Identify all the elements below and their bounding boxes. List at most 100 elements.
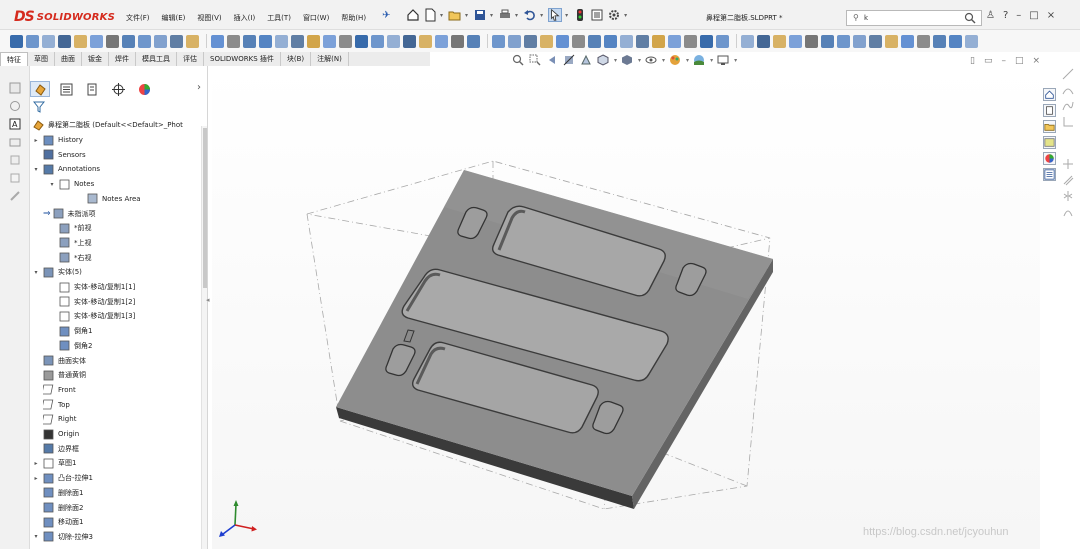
- new-dropdown-icon[interactable]: ▾: [440, 12, 443, 19]
- tree-item-23[interactable]: ▸ 草图1: [32, 456, 76, 470]
- view-settings-dropdown-icon[interactable]: ▾: [734, 57, 737, 64]
- curvature-icon[interactable]: [773, 34, 786, 48]
- tree-item-24[interactable]: ▸ 凸台-拉伸1: [32, 471, 93, 485]
- tab-mold-tools[interactable]: 模具工具: [136, 52, 177, 66]
- fillet-icon[interactable]: [186, 34, 199, 48]
- options-dropdown-icon[interactable]: ▾: [624, 12, 627, 19]
- solidworks-resources-icon[interactable]: [1043, 88, 1056, 101]
- restore-button[interactable]: □: [1029, 10, 1038, 21]
- sketch-pattern-icon[interactable]: [1062, 206, 1074, 218]
- tab-evaluate[interactable]: 评估: [177, 52, 204, 66]
- select-arrow-icon[interactable]: [548, 8, 563, 22]
- view-orientation-icon[interactable]: [597, 54, 609, 66]
- smart-dimension-icon[interactable]: [9, 82, 21, 94]
- zoom-to-area-icon[interactable]: [529, 54, 541, 66]
- tree-item-4[interactable]: ▾ Notes: [48, 177, 94, 191]
- instant3d-icon[interactable]: [355, 34, 368, 48]
- rebuild-icon[interactable]: [573, 8, 587, 22]
- tab-sketch[interactable]: 草图: [28, 52, 55, 66]
- chamfer-icon[interactable]: [556, 34, 569, 48]
- section-properties-icon[interactable]: [668, 34, 681, 48]
- file-properties-icon[interactable]: [590, 8, 604, 22]
- flex-icon[interactable]: [492, 34, 505, 48]
- dimxpertmanager-tab-icon[interactable]: [108, 81, 128, 97]
- boundary-cut-icon[interactable]: [170, 34, 183, 48]
- undo-dropdown-icon[interactable]: ▾: [540, 12, 543, 19]
- tree-item-25[interactable]: 删除面1: [32, 486, 83, 500]
- draft-icon[interactable]: [243, 34, 256, 48]
- tree-item-3[interactable]: ▾ Annotations: [32, 162, 100, 176]
- feature-tree-scrollbar[interactable]: [201, 126, 207, 549]
- pin-menu-icon[interactable]: ✈: [382, 10, 390, 21]
- tree-item-20[interactable]: Right: [32, 412, 76, 426]
- thread-icon[interactable]: [572, 34, 585, 48]
- new-document-icon[interactable]: [423, 8, 437, 22]
- measure-icon[interactable]: [9, 100, 21, 112]
- open-icon[interactable]: [448, 8, 462, 22]
- lofted-cut-icon[interactable]: [154, 34, 167, 48]
- interference-icon[interactable]: [700, 34, 713, 48]
- tab-annotations[interactable]: 注解(N): [311, 52, 349, 66]
- expand-arrow-icon[interactable]: ▸: [32, 460, 40, 467]
- menu-help[interactable]: 帮助(H): [341, 13, 366, 23]
- linear-pattern-icon[interactable]: [211, 34, 224, 48]
- weld-symbol-icon[interactable]: [9, 190, 21, 202]
- sketch-tool-icon[interactable]: [604, 34, 617, 48]
- core-cavity-icon[interactable]: [869, 34, 882, 48]
- menu-view[interactable]: 视图(V): [197, 13, 221, 23]
- offset-surface-icon[interactable]: [949, 34, 962, 48]
- zebra-icon[interactable]: [757, 34, 770, 48]
- display-style-icon[interactable]: [621, 54, 633, 66]
- tree-item-28[interactable]: ▾ 切除-拉伸3: [32, 530, 93, 544]
- menu-insert[interactable]: 插入(I): [234, 13, 256, 23]
- reference-geometry-icon[interactable]: [323, 34, 336, 48]
- freeform-icon[interactable]: [524, 34, 537, 48]
- view-orientation-dropdown-icon[interactable]: ▾: [614, 57, 617, 64]
- tree-item-18[interactable]: Front: [32, 383, 76, 397]
- search-scope-icon[interactable]: ⚲: [853, 13, 859, 22]
- symmetry-icon[interactable]: [789, 34, 802, 48]
- help-button[interactable]: ?: [1003, 10, 1008, 21]
- file-explorer-icon[interactable]: [1043, 120, 1056, 133]
- menu-file[interactable]: 文件(F): [126, 13, 150, 23]
- rib-icon[interactable]: [227, 34, 240, 48]
- apply-scene-icon[interactable]: [693, 54, 705, 66]
- split-icon[interactable]: [387, 34, 400, 48]
- tab-blocks[interactable]: 块(B): [281, 52, 312, 66]
- sketch-line-icon[interactable]: [1062, 68, 1074, 80]
- search-input[interactable]: k: [864, 14, 868, 22]
- view-palette-icon[interactable]: [1043, 136, 1056, 149]
- close-button[interactable]: ×: [1047, 10, 1055, 21]
- extruded-cut-icon[interactable]: [90, 34, 103, 48]
- dynamic-annotation-icon[interactable]: [580, 54, 592, 66]
- section-view-icon[interactable]: [563, 54, 575, 66]
- intersect-icon[interactable]: [291, 34, 304, 48]
- tree-item-6[interactable]: ⇒ 未指派项: [32, 207, 96, 221]
- search-icon[interactable]: [964, 12, 976, 24]
- viewport-restore-button[interactable]: □: [1015, 56, 1024, 66]
- filter-icon[interactable]: [33, 101, 45, 113]
- thickness-icon[interactable]: [805, 34, 818, 48]
- sketch-spline-icon[interactable]: [1062, 100, 1074, 112]
- extruded-boss-icon[interactable]: [10, 34, 23, 48]
- knit-surface-icon[interactable]: [917, 34, 930, 48]
- undercut-icon[interactable]: [741, 34, 754, 48]
- sketch-trim-icon[interactable]: [1062, 158, 1074, 170]
- tree-item-8[interactable]: *上视: [48, 236, 92, 250]
- sketch-mirror-icon[interactable]: [1062, 190, 1074, 202]
- ruled-surface-icon[interactable]: [965, 34, 978, 48]
- move-copy-body-icon[interactable]: [371, 34, 384, 48]
- dome-icon[interactable]: [540, 34, 553, 48]
- surface-finish-icon[interactable]: [9, 172, 21, 184]
- view-settings-icon[interactable]: [717, 54, 729, 66]
- tree-item-15[interactable]: 倒角2: [48, 339, 92, 353]
- open-dropdown-icon[interactable]: ▾: [465, 12, 468, 19]
- surface-extend-icon[interactable]: [885, 34, 898, 48]
- tree-item-14[interactable]: 倒角1: [48, 324, 92, 338]
- tree-item-19[interactable]: Top: [32, 398, 70, 412]
- swept-cut-icon[interactable]: [138, 34, 151, 48]
- revolved-cut-icon[interactable]: [122, 34, 135, 48]
- collapse-arrow-icon[interactable]: ▾: [32, 269, 40, 276]
- part-model-view[interactable]: [212, 66, 1040, 549]
- tab-sheet-metal[interactable]: 钣金: [82, 52, 109, 66]
